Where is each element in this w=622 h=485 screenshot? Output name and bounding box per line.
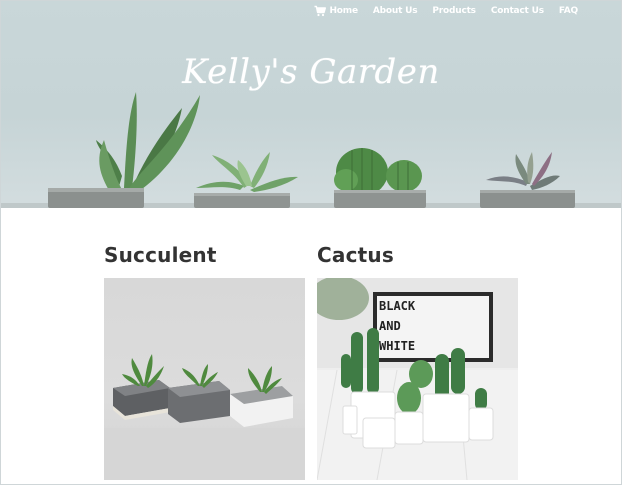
board-line-1: BLACK — [379, 299, 416, 313]
board-line-2: AND — [379, 319, 401, 333]
board-line-3: WHITE — [379, 339, 415, 353]
cactus-pots-illustration: BLACK AND WHITE — [317, 278, 518, 480]
nav-home-link[interactable]: Home — [329, 6, 358, 16]
category-heading-cactus: Cactus — [317, 243, 394, 267]
echeveria-plant — [480, 152, 575, 208]
hero-banner: Home About Us Products Contact Us FAQ Ke… — [0, 0, 622, 208]
cactus-category-image[interactable]: BLACK AND WHITE — [317, 278, 518, 480]
hero-plants-image — [0, 92, 622, 208]
top-nav: Home About Us Products Contact Us FAQ — [314, 5, 604, 17]
site-title: Kelly's Garden — [182, 52, 440, 92]
nav-contact-link[interactable]: Contact Us — [491, 6, 544, 16]
succulent-category-image[interactable] — [104, 278, 305, 480]
aloe-plant — [48, 92, 200, 208]
nav-about-link[interactable]: About Us — [373, 6, 418, 16]
nav-products-link[interactable]: Products — [432, 6, 476, 16]
succulent-pots-illustration — [104, 354, 305, 480]
nav-faq-link[interactable]: FAQ — [559, 6, 578, 16]
round-cactus-plant — [334, 148, 426, 208]
cart-icon[interactable] — [314, 5, 604, 17]
rosette-plant — [194, 152, 298, 208]
category-heading-succulent: Succulent — [104, 243, 217, 267]
